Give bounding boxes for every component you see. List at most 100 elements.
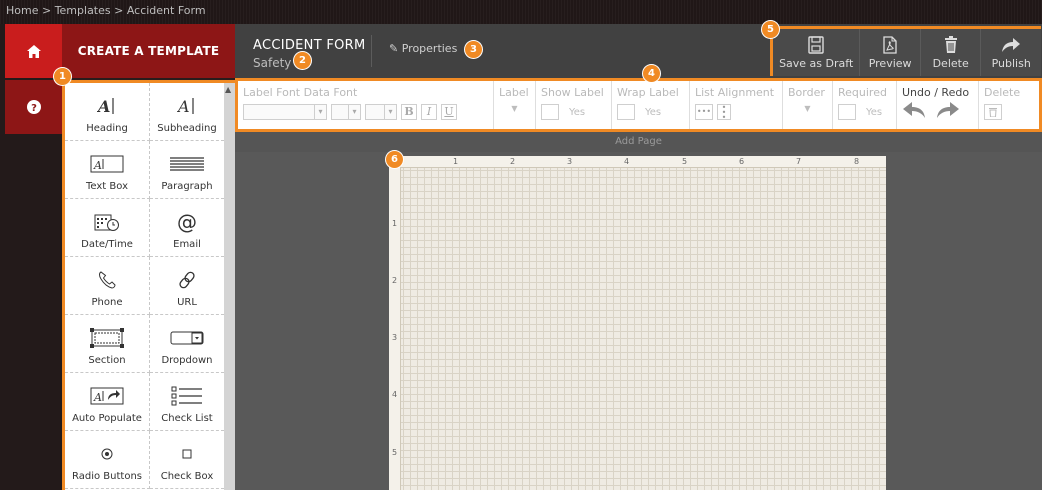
subheading-icon: A [177,92,197,120]
form-header: ACCIDENT FORM Safety ✎ Properties Save a… [235,24,1042,78]
show-label-group: Show Label Yes [536,81,612,129]
horizontal-align-button[interactable]: ••• [695,104,713,120]
floppy-icon [808,36,824,54]
action-label: Preview [868,57,912,70]
label-group[interactable]: Label ▼ [494,81,536,129]
paragraph-icon [169,150,205,178]
palette-item-check-box[interactable]: Check Box [150,431,224,489]
palette-item-label: Date/Time [81,239,133,250]
palette-item-label: Phone [91,297,123,308]
label-font-label: Label Font [243,86,301,99]
italic-button[interactable]: I [421,104,437,120]
callout-badge: 3 [465,41,482,58]
ruler-mark: 4 [624,157,630,166]
underline-button[interactable]: U [441,104,457,120]
ruler-mark: 2 [510,157,516,166]
callout-badge: 4 [643,65,660,82]
required-label: Required [838,86,887,99]
action-bar: Save as Draft Preview Delete Publish [770,26,1041,76]
border-group[interactable]: Border ▼ [783,81,833,129]
chevron-down-icon: ▼ [804,104,811,113]
palette-item-label: Check List [161,413,213,424]
palette-item-auto-populate[interactable]: A Auto Populate [65,373,150,431]
field-palette: A Heading A Subheading A Text Box Paragr… [62,80,235,490]
palette-item-label: Radio Buttons [72,471,142,482]
required-yes: Yes [866,106,883,118]
create-template-banner: CREATE A TEMPLATE [62,24,235,78]
ruler-mark: 1 [453,157,459,166]
palette-item-heading[interactable]: A Heading [65,83,150,141]
properties-link[interactable]: ✎ Properties [389,42,457,55]
action-label: Publish [991,57,1031,70]
border-label: Border [788,86,825,99]
bold-button[interactable]: B [401,104,417,120]
palette-item-email[interactable]: @ Email [150,199,224,257]
list-alignment-label: List Alignment [695,86,775,99]
palette-item-paragraph[interactable]: Paragraph [150,141,224,199]
callout-badge: 5 [762,21,779,38]
left-rail: ? [0,24,62,490]
action-label: Delete [932,57,969,70]
show-label-label: Show Label [541,86,604,99]
palette-item-text-box[interactable]: A Text Box [65,141,150,199]
radio-icon [101,440,113,468]
preview-button[interactable]: Preview [860,29,921,76]
home-icon [26,44,41,58]
palette-scrollbar[interactable]: ▲ [224,83,235,490]
form-page[interactable]: 1 2 3 4 5 6 7 8 1 2 3 4 5 [389,156,886,490]
undo-icon[interactable] [902,101,926,119]
home-button[interactable] [5,24,62,78]
help-button[interactable]: ? [5,80,62,134]
wrap-label-yes: Yes [645,106,662,118]
palette-item-label: URL [177,297,197,308]
svg-text:A: A [177,97,190,116]
palette-item-radio-buttons[interactable]: Radio Buttons [65,431,150,489]
palette-item-label: Subheading [157,123,217,134]
palette-item-phone[interactable]: Phone [65,257,150,315]
svg-text:A: A [97,97,110,116]
save-as-draft-button[interactable]: Save as Draft [773,29,861,76]
data-font-label: Data Font [303,86,358,99]
dropdown-icon [170,324,204,352]
delete-field-button[interactable] [984,104,1002,120]
font-size-select[interactable]: ▾ [331,104,361,120]
ruler-mark: 8 [854,157,860,166]
palette-item-label: Auto Populate [72,413,142,424]
question-icon: ? [26,100,41,114]
show-label-checkbox[interactable] [541,104,559,120]
ruler-mark: 3 [567,157,573,166]
palette-item-label: Section [88,355,126,366]
vertical-align-button[interactable]: • • • [717,104,731,122]
wrap-label-checkbox[interactable] [617,104,635,120]
scroll-up-icon[interactable]: ▲ [225,85,231,94]
palette-item-dropdown[interactable]: Dropdown [150,315,224,373]
palette-item-url[interactable]: URL [150,257,224,315]
ruler-top: 1 2 3 4 5 6 7 8 [389,156,886,168]
delete-form-button[interactable]: Delete [920,29,982,76]
publish-button[interactable]: Publish [981,29,1041,76]
palette-item-label: Check Box [160,471,214,482]
svg-text:?: ? [31,103,37,114]
chevron-down-icon: ▾ [384,105,396,119]
palette-item-section[interactable]: Section [65,315,150,373]
trash-icon [989,108,997,117]
required-checkbox[interactable] [838,104,856,120]
palette-item-label: Email [173,239,201,250]
palette-item-label: Paragraph [161,181,213,192]
breadcrumb[interactable]: Home > Templates > Accident Form [0,0,1042,24]
chevron-down-icon: ▼ [511,104,518,113]
form-category: Safety [253,56,292,70]
required-group: Required Yes [833,81,897,129]
palette-item-check-list[interactable]: Check List [150,373,224,431]
font-color-select[interactable]: ▾ [365,104,397,120]
redo-icon[interactable] [936,101,960,119]
palette-item-subheading[interactable]: A Subheading [150,83,224,141]
font-family-select[interactable]: ▾ [243,104,327,120]
action-label: Save as Draft [779,57,854,70]
ruler-mark: 2 [392,276,398,285]
add-page-button[interactable]: Add Page [235,132,1042,152]
undo-redo-label: Undo / Redo [902,86,970,99]
label-toggle-label: Label [499,86,529,99]
ruler-left: 1 2 3 4 5 [389,156,401,490]
palette-item-date-time[interactable]: Date/Time [65,199,150,257]
